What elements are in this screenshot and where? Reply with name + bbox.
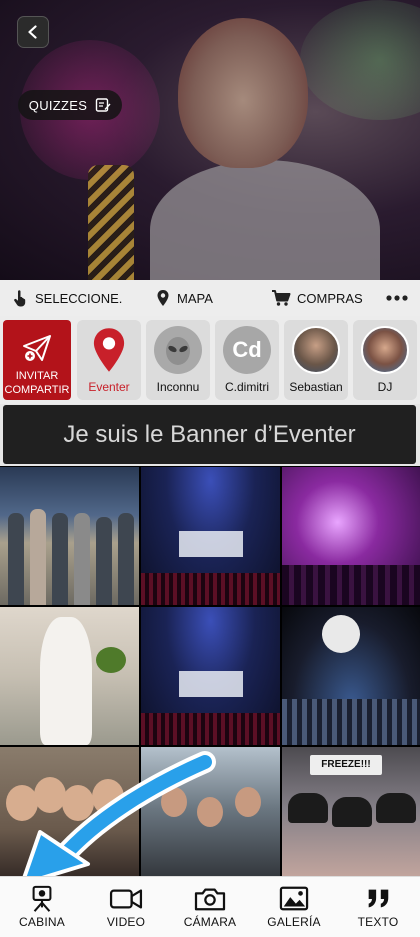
user-name: DJ: [377, 380, 393, 394]
map-label: MAPA: [177, 290, 213, 306]
shopping-cart-icon: [272, 290, 291, 306]
user-tile-sebastian[interactable]: Sebastian: [284, 320, 348, 400]
event-banner[interactable]: Je suis le Banner d’Eventer: [3, 405, 416, 464]
invite-share-button[interactable]: INVITAR COMPARTIR: [3, 320, 71, 400]
quizzes-button[interactable]: QUIZZES: [18, 90, 122, 120]
quizzes-label: QUIZZES: [28, 97, 88, 113]
camera-icon: [194, 888, 226, 911]
map-pin-icon: [157, 290, 169, 306]
freeze-sign-text: FREEZE!!!: [310, 755, 382, 775]
nav-photo-booth[interactable]: CABINA: [0, 877, 84, 937]
more-dots-icon: [386, 295, 408, 301]
chevron-left-icon: [28, 25, 37, 39]
gallery-photo[interactable]: [141, 467, 280, 605]
nav-label: GALERÍA: [267, 915, 321, 929]
edit-icon: [96, 98, 111, 112]
paper-plane-icon: [23, 335, 51, 361]
eventer-pin-icon: [85, 326, 133, 374]
participants-row: INVITAR COMPARTIR Eventer Inconnu Cd C.d…: [0, 316, 420, 404]
shop-button[interactable]: COMPRAS: [270, 280, 363, 316]
nav-video[interactable]: VIDEO: [84, 877, 168, 937]
avatar: [292, 326, 340, 374]
video-camera-icon: [109, 889, 143, 909]
user-tile-eventer[interactable]: Eventer: [77, 320, 141, 400]
nav-label: CÁMARA: [183, 915, 237, 929]
share-label: COMPARTIR: [4, 384, 70, 396]
select-button[interactable]: SELECCIONE.: [12, 280, 122, 316]
gallery-photo[interactable]: [0, 607, 139, 745]
user-tile-cdimitri[interactable]: Cd C.dimitri: [215, 320, 279, 400]
gallery-photo[interactable]: [0, 467, 139, 605]
shop-label: COMPRAS: [297, 290, 363, 306]
gallery-photo[interactable]: [141, 747, 280, 885]
alien-avatar-icon: [154, 326, 202, 374]
avatar: [361, 326, 409, 374]
user-name: Inconnu: [156, 380, 200, 394]
quote-icon: [368, 889, 389, 908]
invite-label: INVITAR: [15, 370, 59, 382]
map-button[interactable]: MAPA: [154, 280, 213, 316]
back-button[interactable]: [17, 16, 49, 48]
nav-gallery[interactable]: GALERÍA: [252, 877, 336, 937]
gallery-photo[interactable]: [141, 607, 280, 745]
gallery-photo[interactable]: FREEZE!!!: [282, 747, 420, 885]
nav-label: TEXTO: [357, 915, 399, 929]
user-name: C.dimitri: [225, 380, 269, 394]
gallery-photo[interactable]: [282, 467, 420, 605]
user-name: Sebastian: [289, 380, 343, 394]
bottom-navigation: CABINA VIDEO CÁMARA GALERÍA TEXTO: [0, 876, 420, 937]
hero-image: QUIZZES: [0, 0, 420, 280]
initials-avatar: Cd: [223, 326, 271, 374]
nav-camera[interactable]: CÁMARA: [168, 877, 252, 937]
select-label: SELECCIONE.: [35, 290, 123, 306]
action-toolbar: SELECCIONE. MAPA COMPRAS: [0, 280, 420, 316]
gallery-photo[interactable]: [282, 607, 420, 745]
gallery-icon: [279, 886, 309, 911]
user-tile-inconnu[interactable]: Inconnu: [146, 320, 210, 400]
more-button[interactable]: [386, 280, 408, 316]
banner-container: Je suis le Banner d’Eventer: [0, 404, 420, 466]
user-tile-dj[interactable]: DJ: [353, 320, 417, 400]
user-name: Eventer: [88, 380, 130, 394]
hand-pointer-icon: [14, 290, 26, 307]
photo-booth-icon: [32, 885, 52, 912]
nav-label: CABINA: [19, 915, 65, 929]
gallery-photo[interactable]: [0, 747, 139, 885]
photo-gallery: FREEZE!!!: [0, 466, 420, 885]
nav-label: VIDEO: [106, 915, 146, 929]
nav-text[interactable]: TEXTO: [336, 877, 420, 937]
